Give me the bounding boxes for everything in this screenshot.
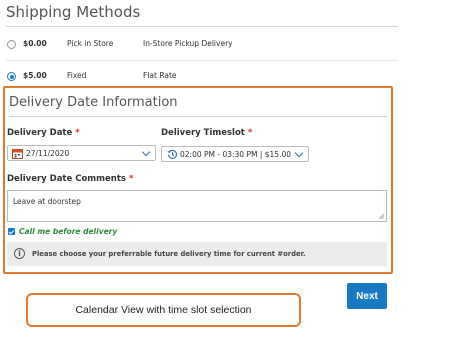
divider [6, 26, 398, 27]
delivery-timeslot-value: 02:00 PM - 03:30 PM | $15.00 [180, 150, 291, 159]
delivery-comments-label: Delivery Date Comments * [7, 174, 134, 184]
delivery-date-value: 27/11/2020 [26, 149, 70, 158]
shipping-price: $5.00 [23, 71, 47, 80]
required-mark: * [75, 128, 80, 138]
chevron-down-icon [141, 147, 151, 157]
shipping-method-name: Pick in Store [67, 39, 114, 48]
delivery-timeslot-label: Delivery Timeslot * [161, 128, 253, 138]
info-icon: i [14, 248, 25, 259]
divider [6, 60, 398, 61]
callout-text: Calendar View with time slot selection [75, 304, 252, 316]
shipping-methods-title: Shipping Methods [6, 3, 141, 21]
delivery-date-field[interactable]: 27/11/2020 [7, 145, 156, 161]
call-me-label[interactable]: Call me before delivery [19, 227, 117, 236]
shipping-price: $0.00 [23, 39, 47, 48]
divider [9, 116, 387, 117]
shipping-method-radio-pickup[interactable] [7, 40, 16, 49]
next-button[interactable]: Next [347, 283, 387, 309]
delivery-timeslot-select[interactable]: 02:00 PM - 03:30 PM | $15.00 [161, 146, 309, 162]
resize-handle-icon[interactable] [379, 214, 384, 219]
delivery-comments-value: Leave at doorstep [13, 197, 81, 206]
delivery-notice-text: Please choose your preferrable future de… [32, 250, 306, 258]
delivery-date-label: Delivery Date * [7, 128, 80, 138]
required-mark: * [247, 128, 253, 138]
shipping-carrier-name: Flat Rate [143, 71, 177, 80]
required-mark: * [128, 174, 134, 184]
shipping-method-radio-flatrate[interactable] [7, 72, 16, 81]
shipping-method-name: Fixed [67, 71, 87, 80]
call-me-checkbox[interactable] [8, 228, 15, 235]
calendar-icon [12, 149, 23, 159]
clock-history-icon [167, 149, 178, 159]
delivery-comments-input[interactable]: Leave at doorstep [7, 190, 387, 222]
delivery-date-title: Delivery Date Information [9, 95, 178, 110]
chevron-down-icon [294, 148, 304, 158]
shipping-carrier-name: In-Store Pickup Delivery [143, 39, 233, 48]
